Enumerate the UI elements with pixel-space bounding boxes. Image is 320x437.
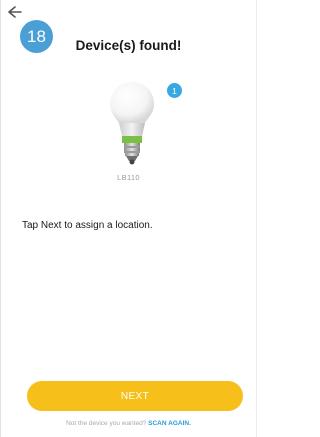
instruction-text: Tap Next to assign a location. bbox=[22, 220, 153, 231]
arrow-left-icon bbox=[8, 6, 22, 18]
frame-border-left bbox=[0, 0, 1, 437]
scan-again-link[interactable]: SCAN AGAIN. bbox=[148, 420, 191, 427]
back-button[interactable] bbox=[5, 3, 25, 21]
page-title: Device(s) found! bbox=[75, 38, 182, 53]
next-button[interactable]: NEXT bbox=[27, 381, 243, 411]
device-image[interactable] bbox=[108, 80, 156, 172]
footer-prompt-text: Not the device you wanted? bbox=[66, 420, 147, 427]
device-count-badge: 1 bbox=[167, 83, 182, 98]
footer-prompt: Not the device you wanted? SCAN AGAIN. bbox=[0, 420, 257, 427]
device-model-label: LB110 bbox=[117, 173, 140, 182]
frame-border-right bbox=[256, 0, 257, 437]
smart-bulb-icon bbox=[110, 82, 154, 165]
